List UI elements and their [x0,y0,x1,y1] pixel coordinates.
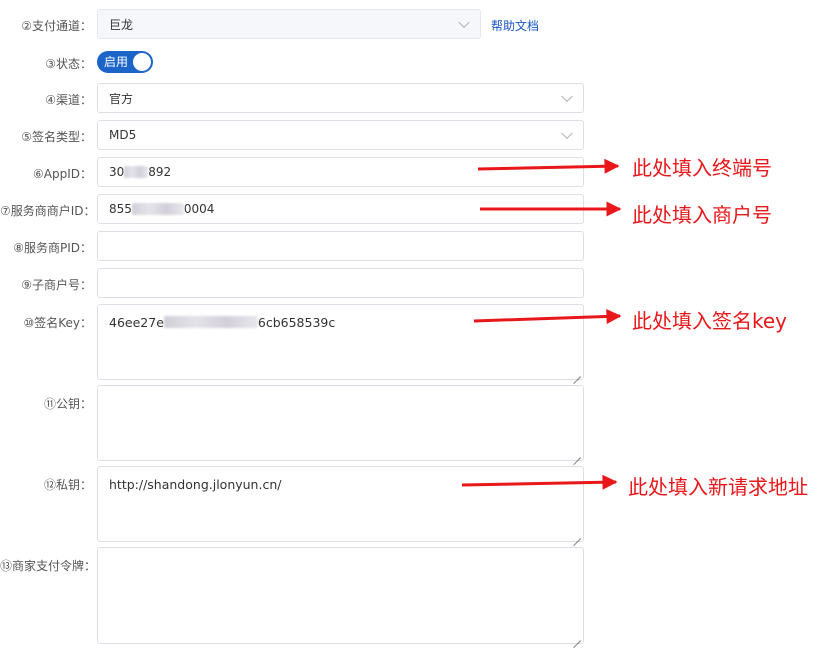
annotation-terminal: 此处填入终端号 [632,156,772,180]
arrow-key [473,308,622,324]
annotation-url: 此处填入新请求地址 [628,475,808,499]
annotation-merchant: 此处填入商户号 [632,203,772,227]
arrow-url [461,474,618,490]
annotation-key: 此处填入签名key [632,309,788,333]
arrow-terminal [477,158,620,174]
